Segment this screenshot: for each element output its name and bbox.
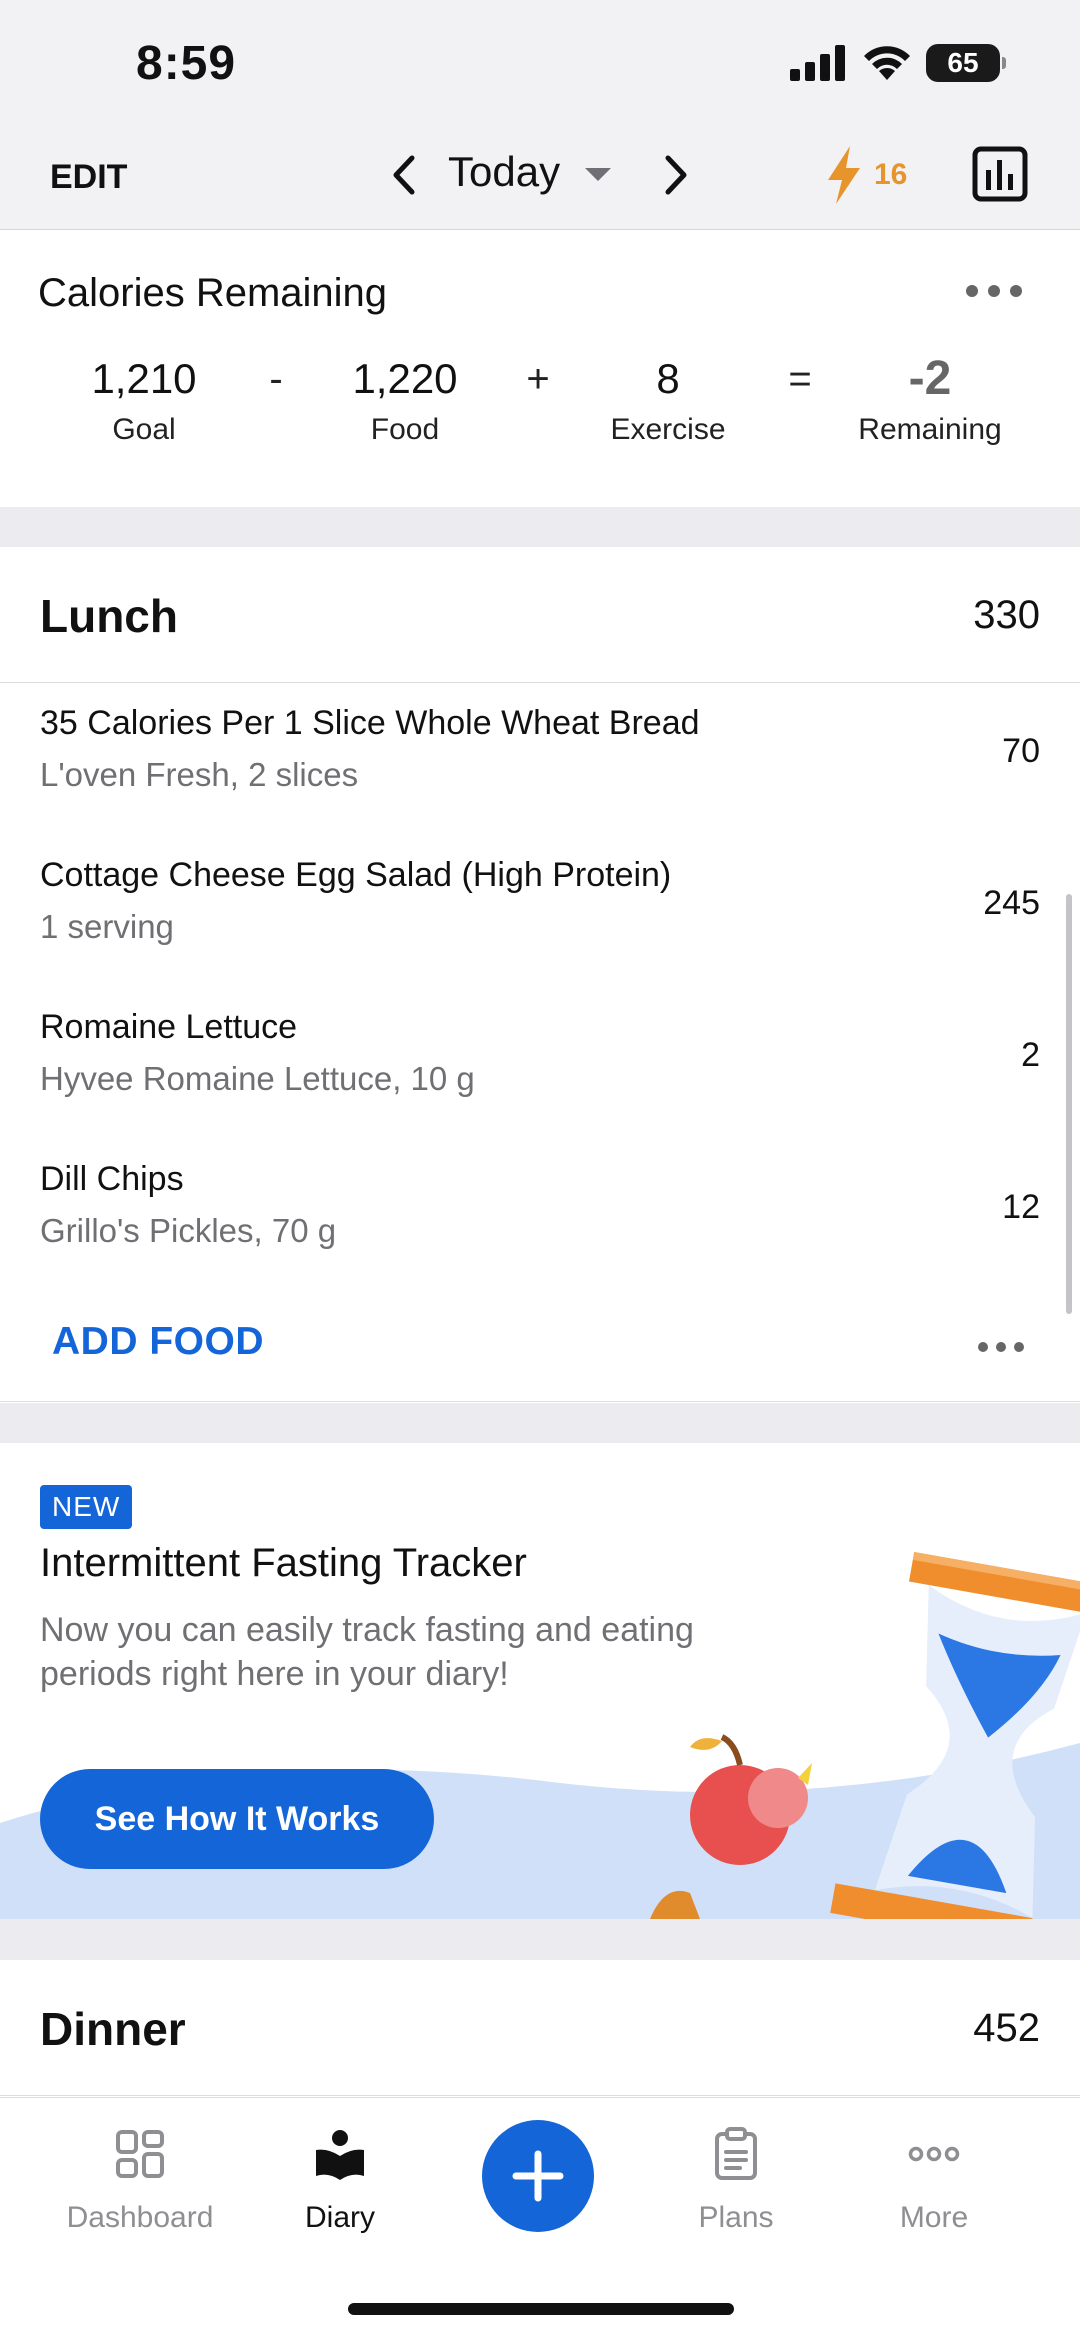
food-item[interactable]: Cottage Cheese Egg Salad (High Protein) … <box>0 836 1080 988</box>
tab-label: More <box>899 2201 969 2234</box>
previous-day-chevron-icon[interactable] <box>384 150 424 200</box>
food-name: Romaine Lettuce <box>40 1008 298 1046</box>
date-selector[interactable]: Today <box>448 148 560 196</box>
tab-label: Plans <box>698 2201 774 2234</box>
food-description: L'oven Fresh, 2 slices <box>40 756 359 793</box>
see-how-it-works-button[interactable]: See How It Works <box>40 1769 434 1869</box>
lunch-header[interactable]: Lunch 330 <box>0 547 1080 683</box>
food-value: 1,220 <box>352 355 458 402</box>
goal-label: Goal <box>112 413 176 446</box>
remaining-label: Remaining <box>858 413 1002 446</box>
tab-plans[interactable]: Plans <box>636 2126 836 2235</box>
lightning-bolt-icon <box>828 146 860 204</box>
plus-operator: + <box>526 357 550 401</box>
add-entry-button[interactable] <box>482 2120 594 2232</box>
food-name: Dill Chips <box>40 1160 184 1198</box>
food-item[interactable]: Romaine Lettuce Hyvee Romaine Lettuce, 1… <box>0 988 1080 1140</box>
tab-diary[interactable]: Diary <box>240 2126 440 2235</box>
new-badge: NEW <box>40 1485 133 1529</box>
food-item[interactable]: 35 Calories Per 1 Slice Whole Wheat Brea… <box>0 684 1080 836</box>
equals-operator: = <box>788 357 812 401</box>
food-column: 1,220 Food <box>305 351 505 447</box>
add-food-row: ADD FOOD <box>0 1292 1080 1402</box>
section-divider <box>0 1919 1080 1960</box>
status-icons: 65 <box>790 44 1006 82</box>
food-description: 1 serving <box>40 908 174 945</box>
food-item[interactable]: Dill Chips Grillo's Pickles, 70 g 12 <box>0 1140 1080 1292</box>
tab-label: Diary <box>304 2201 375 2234</box>
dinner-header[interactable]: Dinner 452 <box>0 1960 1080 2096</box>
food-name: Cottage Cheese Egg Salad (High Protein) <box>40 856 672 894</box>
streak-count: 16 <box>874 158 908 191</box>
dinner-title: Dinner <box>40 2003 186 2055</box>
diary-book-icon <box>316 2130 364 2180</box>
goal-value: 1,210 <box>91 355 197 402</box>
next-day-chevron-icon[interactable] <box>656 150 696 200</box>
cellular-signal-icon <box>790 45 845 81</box>
tab-more[interactable]: More <box>834 2126 1034 2235</box>
status-bar: 8:59 65 <box>0 0 1080 130</box>
calories-remaining-card[interactable]: Calories Remaining 1,210 Goal - 1,220 Fo… <box>0 231 1080 507</box>
food-calories: 245 <box>983 884 1040 922</box>
food-calories: 12 <box>1002 1188 1040 1226</box>
plus-icon <box>512 2150 564 2202</box>
dashboard-grid-icon <box>116 2130 164 2178</box>
promo-title: Intermittent Fasting Tracker <box>40 1541 527 1585</box>
streak-indicator[interactable]: 16 <box>822 144 907 206</box>
edit-button[interactable]: EDIT <box>50 158 127 197</box>
lunch-more-options-icon[interactable] <box>978 1342 1024 1352</box>
add-food-button[interactable]: ADD FOOD <box>52 1320 264 1364</box>
goal-column: 1,210 Goal <box>44 351 244 447</box>
lunch-title: Lunch <box>40 590 178 642</box>
tab-label: Dashboard <box>66 2201 214 2234</box>
diary-header: EDIT Today 16 <box>0 130 1080 230</box>
status-time: 8:59 <box>136 37 237 90</box>
section-divider <box>0 507 1080 547</box>
food-description: Grillo's Pickles, 70 g <box>40 1212 337 1249</box>
scrollbar[interactable] <box>1066 894 1072 1314</box>
clipboard-icon <box>715 2127 757 2180</box>
tab-dashboard[interactable]: Dashboard <box>40 2126 240 2235</box>
food-name: 35 Calories Per 1 Slice Whole Wheat Brea… <box>40 704 700 742</box>
section-divider <box>0 1403 1080 1443</box>
calories-more-options-icon[interactable] <box>966 285 1022 297</box>
wifi-icon <box>864 46 910 80</box>
lunch-food-list: 35 Calories Per 1 Slice Whole Wheat Brea… <box>0 684 1080 1292</box>
exercise-value: 8 <box>656 355 680 402</box>
remaining-column: -2 Remaining <box>830 351 1030 447</box>
home-indicator <box>348 2303 734 2315</box>
food-label: Food <box>370 413 440 446</box>
food-calories: 70 <box>1002 732 1040 770</box>
food-description: Hyvee Romaine Lettuce, 10 g <box>40 1060 475 1097</box>
promo-description: Now you can easily track fasting and eat… <box>40 1611 694 1693</box>
calories-equation: 1,210 Goal - 1,220 Food + 8 Exercise = -… <box>0 351 1080 471</box>
bar-chart-icon[interactable] <box>972 146 1028 202</box>
exercise-column: 8 Exercise <box>568 351 768 447</box>
remaining-value: -2 <box>908 352 952 405</box>
battery-level: 65 <box>947 47 979 78</box>
lunch-calories: 330 <box>973 593 1040 637</box>
bottom-tab-bar: Dashboard Diary Plans More <box>0 2097 1080 2336</box>
dinner-calories: 452 <box>973 2006 1040 2050</box>
more-dots-icon <box>908 2146 960 2162</box>
calories-remaining-title: Calories Remaining <box>38 271 388 315</box>
exercise-label: Exercise <box>610 413 726 446</box>
date-dropdown-caret-icon[interactable] <box>585 168 611 181</box>
minus-operator: - <box>269 357 283 401</box>
battery-icon: 65 <box>926 44 1006 82</box>
fasting-promo-card: NEW Intermittent Fasting Tracker Now you… <box>0 1443 1080 1919</box>
food-calories: 2 <box>1021 1036 1040 1074</box>
